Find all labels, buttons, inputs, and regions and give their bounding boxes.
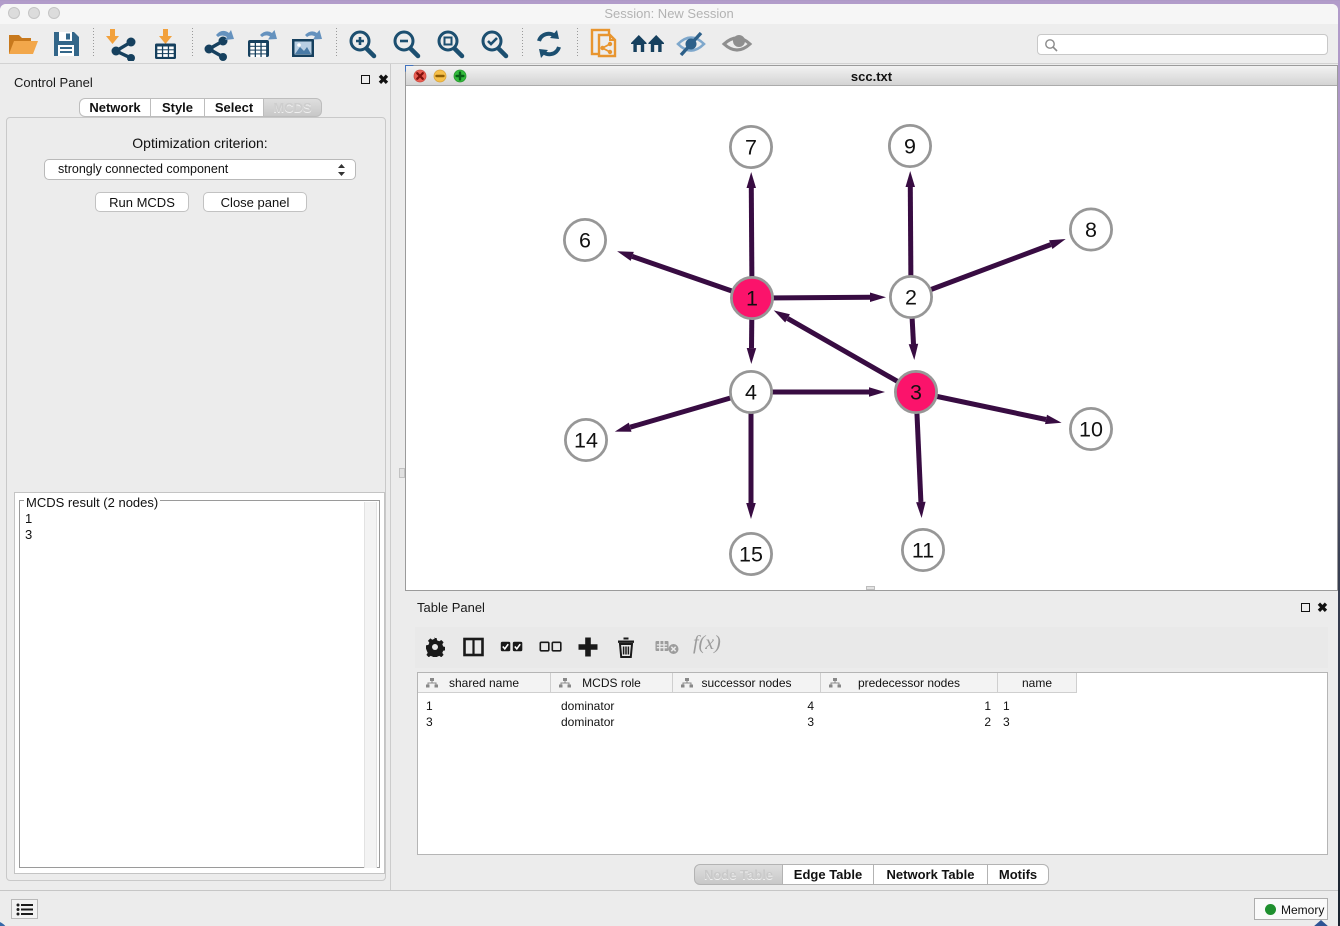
svg-text:6: 6 — [579, 229, 591, 253]
svg-text:14: 14 — [574, 429, 598, 453]
svg-text:8: 8 — [1085, 218, 1097, 242]
svg-text:3: 3 — [910, 381, 922, 405]
svg-text:11: 11 — [912, 539, 934, 563]
svg-text:4: 4 — [745, 381, 757, 405]
svg-text:10: 10 — [1079, 418, 1103, 442]
svg-text:2: 2 — [905, 286, 917, 310]
svg-text:15: 15 — [739, 543, 763, 567]
svg-text:7: 7 — [745, 136, 757, 160]
svg-text:1: 1 — [746, 287, 758, 311]
svg-text:9: 9 — [904, 135, 916, 159]
